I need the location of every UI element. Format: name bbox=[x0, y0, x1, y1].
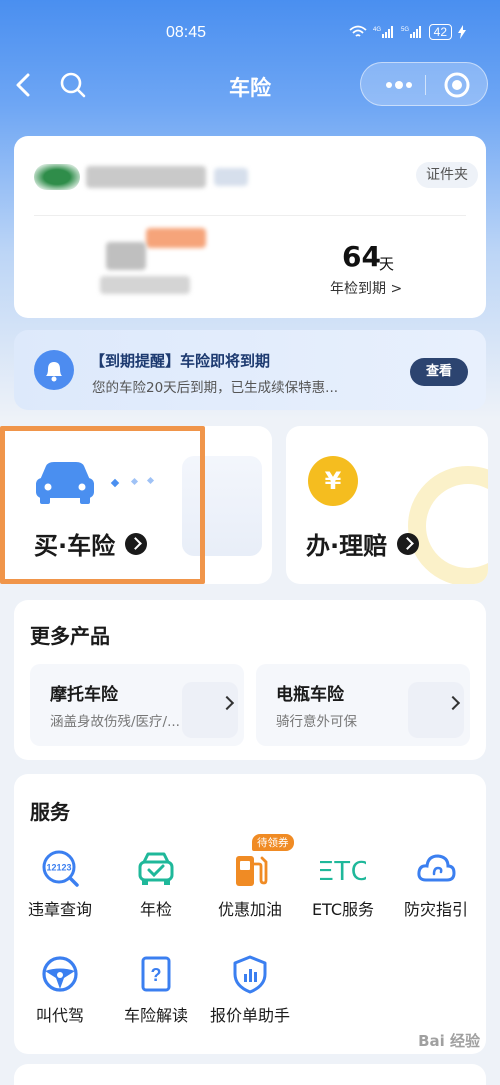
claim-text: 办·理赔 bbox=[306, 532, 388, 560]
card-divider bbox=[34, 215, 466, 216]
service-label: 报价单助手 bbox=[209, 1006, 290, 1025]
certificate-folder-button[interactable]: 证件夹 bbox=[416, 162, 478, 188]
fuel-pump-icon: 待领券 bbox=[230, 834, 294, 888]
charging-icon bbox=[458, 25, 466, 39]
arrow-right-icon bbox=[397, 532, 420, 555]
blurred-vehicle-name bbox=[106, 242, 146, 270]
claim-card[interactable]: ¥ 办·理赔 bbox=[286, 426, 488, 584]
next-section-card bbox=[14, 1064, 486, 1085]
blurred-tag bbox=[214, 168, 248, 186]
reminder-title: 【到期提醒】车险即将到期 bbox=[90, 352, 271, 370]
service-label: ETC服务 bbox=[311, 900, 375, 919]
service-violation-query[interactable]: 12123 违章查询 bbox=[12, 848, 108, 920]
violation-query-icon: 12123 bbox=[40, 848, 80, 888]
service-quote-assistant[interactable]: 报价单助手 bbox=[202, 954, 298, 1026]
service-label: 叫代驾 bbox=[35, 1006, 84, 1025]
reminder-text: 您的车险20天后到期，已生成续保特惠... bbox=[92, 380, 339, 396]
signal-5g-icon: 5G bbox=[401, 26, 421, 38]
watermark: Bai 经验 bbox=[418, 1032, 480, 1050]
highlight-box bbox=[0, 426, 205, 584]
service-label: 车险解读 bbox=[123, 1006, 188, 1025]
disaster-cloud-icon bbox=[416, 848, 456, 888]
product-motorcycle[interactable]: 摩托车险 涵盖身故伤残/医疗/... bbox=[30, 664, 244, 746]
mini-program-capsule bbox=[360, 62, 488, 106]
scooter-decoration bbox=[408, 682, 464, 738]
more-products-section: 更多产品 摩托车险 涵盖身故伤残/医疗/... 电瓶车险 骑行意外可保 bbox=[14, 600, 486, 760]
svg-text:4G: 4G bbox=[373, 27, 381, 33]
signal-4g-icon: 4G bbox=[373, 26, 393, 38]
service-label: 违章查询 bbox=[27, 900, 92, 919]
status-icons: 4G 5G 42 bbox=[349, 24, 466, 40]
etc-icon: ETC bbox=[315, 848, 371, 888]
blurred-badge bbox=[146, 228, 206, 248]
violation-icon-text: 12123 bbox=[46, 863, 71, 873]
nav-bar: 车险 bbox=[0, 60, 500, 110]
service-label: 优惠加油 bbox=[217, 900, 282, 919]
status-time: 08:45 bbox=[166, 24, 207, 41]
blurred-vehicle-info bbox=[100, 276, 190, 294]
product-desc: 骑行意外可保 bbox=[276, 714, 357, 730]
car-brand-logo bbox=[34, 164, 80, 190]
claim-label: 办·理赔 bbox=[306, 526, 420, 561]
view-button[interactable]: 查看 bbox=[410, 358, 468, 386]
bell-icon bbox=[34, 350, 74, 390]
more-dots-icon[interactable] bbox=[379, 73, 419, 97]
yen-coin-icon: ¥ bbox=[308, 456, 358, 506]
capsule-divider bbox=[425, 75, 426, 95]
annual-check-link[interactable]: 年检到期 > bbox=[330, 278, 402, 298]
etc-icon-text: ETC bbox=[320, 855, 366, 886]
policy-doc-icon: ? bbox=[136, 954, 176, 994]
annual-check-icon bbox=[136, 848, 176, 888]
service-annual-check[interactable]: 年检 bbox=[108, 848, 204, 920]
blurred-plate bbox=[86, 166, 206, 188]
service-label: 防灾指引 bbox=[403, 900, 468, 919]
service-disaster-guide[interactable]: 防灾指引 bbox=[388, 848, 484, 920]
quote-shield-icon bbox=[230, 954, 270, 994]
policy-icon-text: ? bbox=[151, 965, 162, 985]
battery-indicator: 42 bbox=[428, 24, 452, 40]
product-desc: 涵盖身故伤残/医疗/... bbox=[50, 714, 180, 730]
days-unit: 天 bbox=[379, 255, 395, 273]
motorcycle-decoration bbox=[182, 682, 238, 738]
steering-wheel-icon bbox=[40, 954, 80, 994]
service-policy-explain[interactable]: ? 车险解读 bbox=[108, 954, 204, 1026]
service-label: 年检 bbox=[139, 900, 172, 919]
svg-text:5G: 5G bbox=[401, 27, 409, 33]
product-name: 摩托车险 bbox=[50, 685, 118, 705]
wifi-icon bbox=[349, 25, 367, 37]
service-etc[interactable]: ETC ETC服务 bbox=[295, 848, 391, 920]
status-bar: 08:45 4G 5G 42 bbox=[0, 0, 500, 60]
vehicle-card[interactable]: 证件夹 bbox=[14, 136, 486, 318]
expiry-reminder-banner[interactable]: 【到期提醒】车险即将到期 您的车险20天后到期，已生成续保特惠... 查看 bbox=[14, 330, 486, 410]
close-target-icon[interactable] bbox=[443, 71, 471, 99]
services-section: 服务 12123 违章查询 年检 待领券 优惠加油 ETC ETC服务 防灾指引 bbox=[14, 774, 486, 1054]
coin-decoration bbox=[408, 466, 488, 584]
coupon-badge: 待领券 bbox=[252, 834, 294, 851]
service-fuel-discount[interactable]: 待领券 优惠加油 bbox=[202, 834, 298, 920]
annual-check-days: 64 bbox=[342, 240, 381, 273]
product-name: 电瓶车险 bbox=[276, 685, 344, 705]
service-designated-driver[interactable]: 叫代驾 bbox=[12, 954, 108, 1026]
services-title: 服务 bbox=[30, 800, 70, 824]
product-ebike[interactable]: 电瓶车险 骑行意外可保 bbox=[256, 664, 470, 746]
more-products-title: 更多产品 bbox=[30, 624, 110, 648]
